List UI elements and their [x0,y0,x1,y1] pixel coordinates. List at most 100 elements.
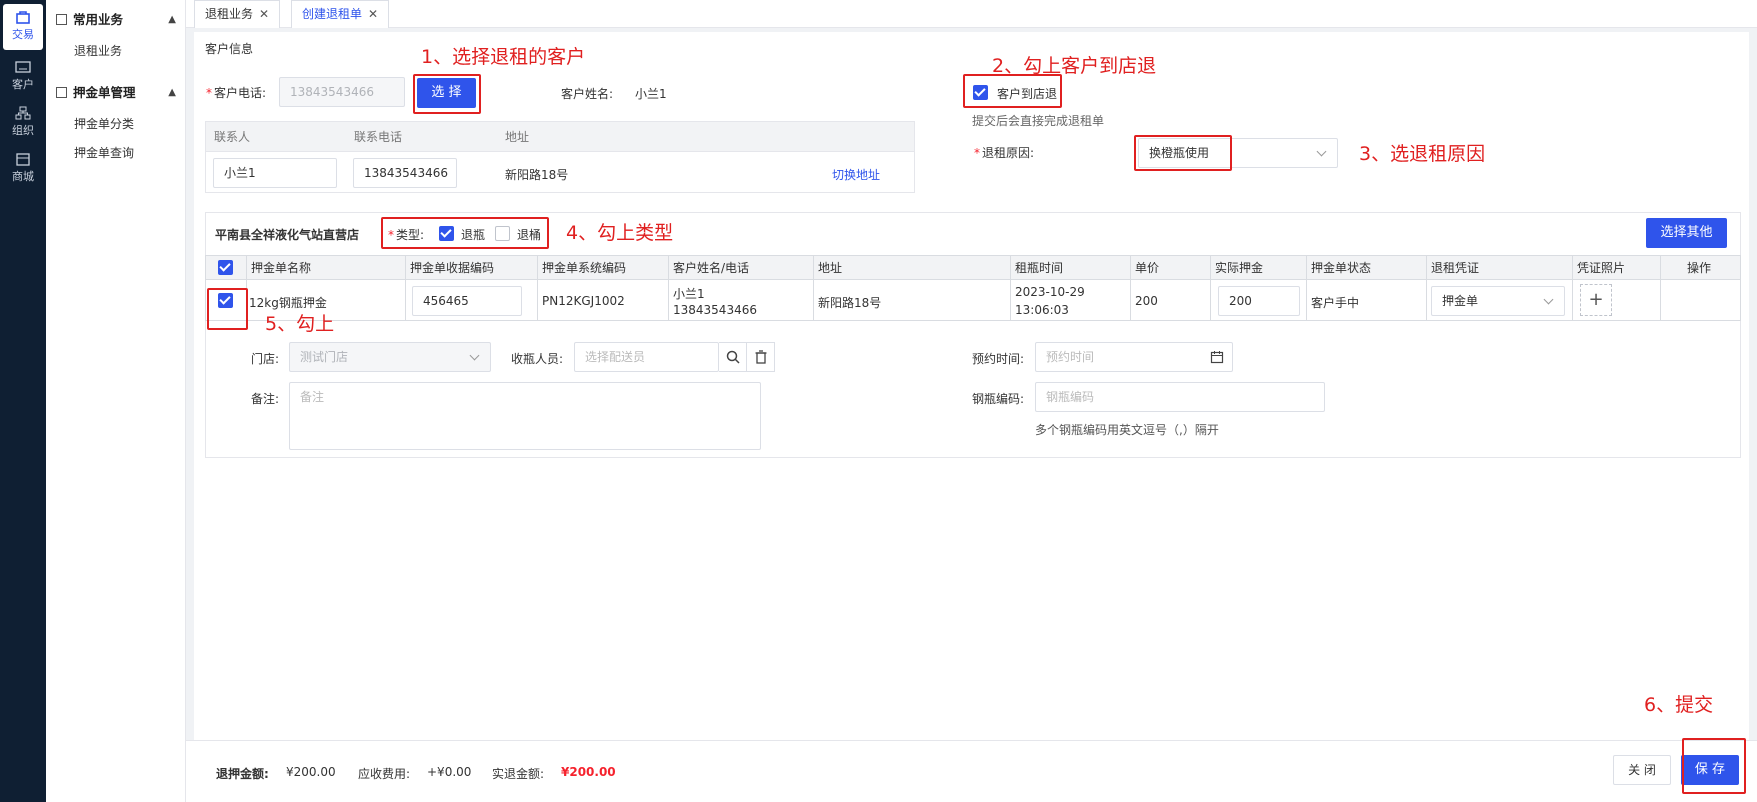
deposit-table: 押金单名称 押金单收据编码 押金单系统编码 客户姓名/电话 地址 租瓶时间 单价… [205,255,1741,321]
column-header: 实际押金 [1215,261,1264,275]
customer-name-cell: 小兰1 [673,287,705,301]
secondary-menu: 常用业务 ▲ 退租业务 押金单管理 ▲ 押金单分类 押金单查询 [46,0,186,802]
close-button[interactable]: 关 闭 [1613,755,1671,785]
close-icon[interactable]: ✕ [259,7,269,21]
contact-table: 联系人 联系电话 地址 小兰1 13843543466 新阳路18号 切换地址 [205,121,915,193]
voucher-select[interactable]: 押金单 [1431,286,1565,316]
address-cell: 新阳路18号 [818,296,882,310]
chevron-down-icon [1543,294,1554,305]
highlight-box [1682,738,1746,794]
appointment-input[interactable]: 预约时间 [1035,342,1233,372]
phone-label: * 客户电话: [206,86,267,100]
tab-bar: 退租业务 ✕ 创建退租单 ✕ [186,0,1757,28]
select-other-button[interactable]: 选择其他 [1646,218,1727,248]
highlight-box [963,74,1062,108]
highlight-box [1134,135,1232,171]
org-icon [15,106,31,120]
menu-group-deposit[interactable]: 押金单管理 ▲ [46,79,186,107]
annotation-step-1: 1、选择退租的客户 [421,46,586,68]
customer-phone-input[interactable]: 13843543466 [279,77,405,107]
menu-item-deposit-query[interactable]: 押金单查询 [46,140,186,166]
tab-return-business[interactable]: 退租业务 ✕ [194,0,281,28]
column-header: 押金单收据编码 [410,261,495,275]
tab-label: 创建退租单 [302,7,363,21]
rail-item-customer[interactable]: 客户 [3,54,43,100]
system-code: PN12KGJ1002 [542,294,625,308]
contact-phone-input[interactable]: 13843543466 [353,158,457,188]
contact-address: 新阳路18号 [505,168,569,182]
unit-price: 200 [1135,294,1158,308]
fee-label: 应收费用: [358,767,411,781]
refund-value: ¥200.00 [286,765,336,779]
rail-item-store[interactable]: 商城 [3,146,43,192]
column-header: 客户姓名/电话 [673,261,750,275]
column-header: 租瓶时间 [1015,261,1064,275]
id-card-icon [15,61,31,73]
column-header: 联系电话 [354,130,403,144]
trash-icon [755,350,767,364]
column-header: 押金单状态 [1311,261,1372,275]
menu-group-common[interactable]: 常用业务 ▲ [46,6,186,34]
chevron-down-icon [469,350,480,361]
search-icon [726,350,740,364]
column-header: 退租凭证 [1431,261,1480,275]
contact-name-input[interactable]: 小兰1 [213,158,337,188]
search-button[interactable] [719,342,747,372]
refund-label: 退押金额: [216,767,269,781]
list-icon [56,14,67,25]
rail-label: 商城 [12,170,34,183]
customer-name-label: 客户姓名: [561,87,614,101]
column-header: 操作 [1687,261,1712,275]
store-select[interactable]: 测试门店 [289,342,491,372]
customer-name-value: 小兰1 [635,87,667,101]
store-select-placeholder: 测试门店 [300,350,349,364]
highlight-box [413,74,481,114]
menu-item-deposit-category[interactable]: 押金单分类 [46,111,186,137]
bag-icon [16,11,30,24]
clear-button[interactable] [747,342,775,372]
calendar-icon [1210,351,1224,364]
section-title-customer: 客户信息 [205,42,254,56]
rail-item-org[interactable]: 组织 [3,100,43,146]
column-header: 地址 [818,261,843,275]
chevron-down-icon [1316,146,1327,157]
receipt-code-input[interactable]: 456465 [412,286,522,316]
fee-value: +¥0.00 [427,765,472,779]
remark-textarea[interactable]: 备注 [289,382,761,450]
rent-time: 13:06:03 [1015,303,1069,317]
annotation-step-6: 6、提交 [1644,694,1714,716]
cylinder-code-input[interactable]: 钢瓶编码 [1035,382,1325,412]
rail-item-trade[interactable]: 交易 [3,4,43,50]
actual-label: 实退金额: [492,767,545,781]
column-header: 单价 [1135,261,1160,275]
remark-label: 备注: [251,392,280,406]
store-icon [16,153,30,166]
contact-table-header: 联系人 联系电话 地址 [206,122,914,152]
rail-label: 组织 [12,124,34,137]
deposit-status: 客户手中 [1311,296,1360,310]
close-icon[interactable]: ✕ [368,7,378,21]
column-header: 凭证照片 [1577,261,1626,275]
actual-deposit-input[interactable]: 200 [1218,286,1300,316]
rail-label: 交易 [12,28,34,41]
column-header: 押金单系统编码 [542,261,627,275]
left-rail: 交易 客户 组织 商城 [0,0,46,802]
select-all-checkbox[interactable] [218,260,233,275]
store-label: 门店: [251,352,280,366]
appointment-label: 预约时间: [972,352,1025,366]
switch-address-link[interactable]: 切换地址 [832,166,880,183]
annotation-step-5: 5、勾上 [265,313,335,335]
tab-create-return-order[interactable]: 创建退租单 ✕ [291,0,390,28]
caret-up-icon: ▲ [168,14,176,25]
cylinder-code-hint: 多个钢瓶编码用英文逗号（,）隔开 [1035,423,1219,437]
footer-bar: 退押金额: ¥200.00 应收费用: +¥0.00 实退金额: ¥200.00… [186,738,1757,802]
menu-item-return-business[interactable]: 退租业务 [46,38,186,64]
add-photo-button[interactable]: + [1580,284,1612,316]
store-name: 平南县全祥液化气站直营店 [215,228,360,242]
collector-input[interactable]: 选择配送员 [574,342,719,372]
rail-label: 客户 [12,78,34,91]
menu-group-label: 常用业务 [73,12,124,27]
caret-up-icon: ▲ [168,87,176,98]
customer-phone-cell: 13843543466 [673,303,757,317]
cylinder-code-label: 钢瓶编码: [972,392,1025,406]
